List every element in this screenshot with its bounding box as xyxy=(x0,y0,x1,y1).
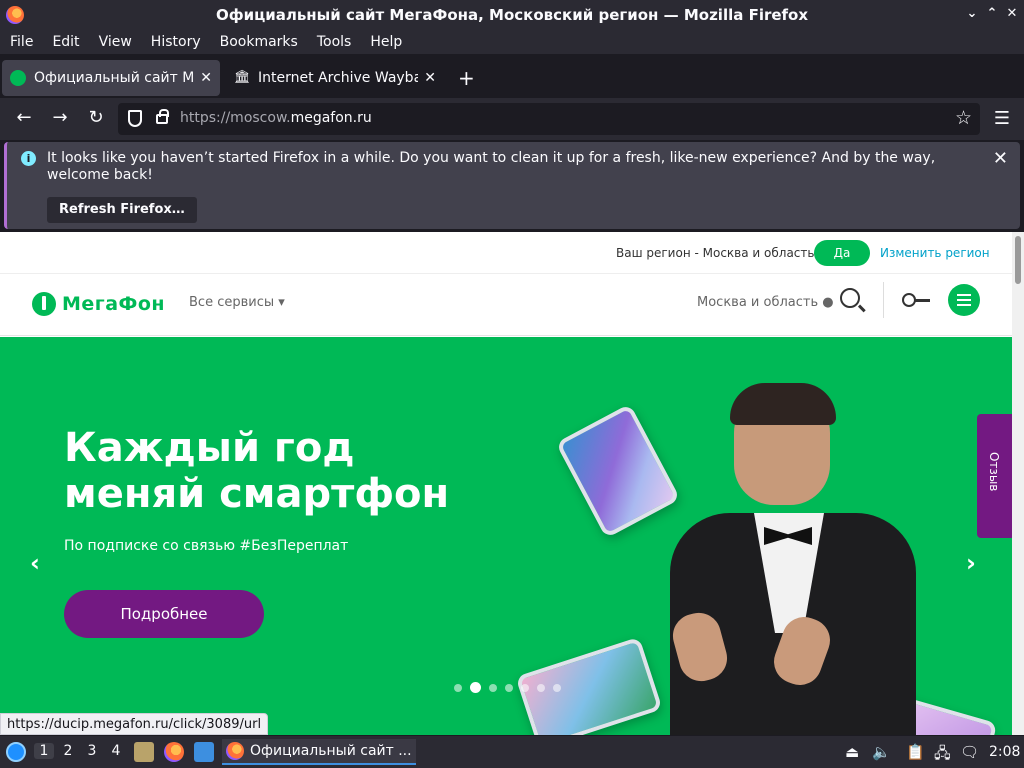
close-notification-icon[interactable]: ✕ xyxy=(993,148,1008,169)
new-tab-icon[interactable]: + xyxy=(458,66,475,90)
clock: 2:08 xyxy=(989,744,1021,760)
task-label: Официальный сайт ... xyxy=(250,743,412,759)
tracking-shield-icon[interactable] xyxy=(128,110,142,127)
firefox-launcher-icon[interactable] xyxy=(164,742,184,762)
url-text[interactable]: https://moscow.megafon.ru xyxy=(180,110,372,126)
maximize-icon[interactable]: ⌃ xyxy=(984,6,1000,21)
clipboard-icon[interactable]: 📋 xyxy=(906,743,925,761)
change-region-link[interactable]: Изменить регион xyxy=(880,246,990,260)
tab-strip: Официальный сайт МегаФона, Московский ре… xyxy=(0,58,1024,98)
desktop-taskbar: 1 2 3 4 Официальный сайт ... ⏏ 🔈 📋 🖧 🗨 2… xyxy=(0,736,1024,768)
close-tab-icon[interactable]: ✕ xyxy=(424,70,436,86)
carousel-dot[interactable] xyxy=(553,683,561,692)
tray-up-icon[interactable]: ⏏ xyxy=(845,743,859,761)
tab-label: Официальный сайт МегаФона, Московский ре… xyxy=(34,70,195,86)
menu-edit[interactable]: Edit xyxy=(46,34,85,50)
reload-icon[interactable]: ↻ xyxy=(84,107,108,128)
navigation-toolbar: ← → ↻ https://moscow.megafon.ru ☆ ☰ xyxy=(0,98,1024,140)
carousel-dot[interactable] xyxy=(537,683,545,692)
workspace-3[interactable]: 3 xyxy=(82,743,102,759)
site-menu-icon[interactable] xyxy=(948,284,980,316)
tab-wayback[interactable]: 🏛 Internet Archive Wayback Machine ✕ xyxy=(226,60,444,96)
carousel-dot[interactable] xyxy=(454,683,462,692)
notification-message: It looks like you haven’t started Firefo… xyxy=(47,150,936,183)
carousel-dot[interactable] xyxy=(521,683,529,692)
search-icon[interactable] xyxy=(840,288,860,308)
menu-history[interactable]: History xyxy=(145,34,207,50)
hero-headline: Каждый год меняй смартфон xyxy=(64,425,450,517)
region-yes-button[interactable]: Да xyxy=(814,240,870,266)
workspace-1[interactable]: 1 xyxy=(34,743,54,759)
window-title: Официальный сайт МегаФона, Московский ре… xyxy=(215,6,809,24)
carousel-dots xyxy=(454,682,569,693)
carousel-next-icon[interactable]: › xyxy=(966,549,976,577)
menu-tools[interactable]: Tools xyxy=(311,34,358,50)
archive-favicon-icon: 🏛 xyxy=(234,70,251,85)
start-menu-icon[interactable] xyxy=(6,742,26,762)
details-button[interactable]: Подробнее xyxy=(64,590,264,638)
hero-banner: Каждый год меняй смартфон По подписке со… xyxy=(0,337,1012,735)
info-icon: i xyxy=(21,151,36,166)
firefox-icon xyxy=(226,742,244,760)
close-window-icon[interactable]: ✕ xyxy=(1004,6,1020,21)
file-manager-icon[interactable] xyxy=(134,742,154,762)
bookmark-star-icon[interactable]: ☆ xyxy=(955,107,972,129)
notification-icon[interactable]: 🗨 xyxy=(960,743,979,761)
minimize-icon[interactable]: ⌄ xyxy=(964,6,980,21)
workspace-4[interactable]: 4 xyxy=(106,743,126,759)
region-bar: Ваш регион - Москва и область? Да Измени… xyxy=(0,232,1012,274)
presenter-image xyxy=(660,383,920,735)
carousel-dot[interactable] xyxy=(470,682,481,693)
city-selector[interactable]: Москва и область ● xyxy=(697,295,834,310)
link-status-url: https://ducip.megafon.ru/click/3089/url xyxy=(0,713,269,735)
hamburger-menu-icon[interactable]: ☰ xyxy=(994,108,1010,129)
carousel-dot[interactable] xyxy=(505,683,513,692)
refresh-firefox-button[interactable]: Refresh Firefox… xyxy=(47,197,197,223)
site-header: МегаФон Все сервисы ▾ Москва и область ● xyxy=(0,274,1012,336)
logo-text: МегаФон xyxy=(62,293,166,315)
carousel-prev-icon[interactable]: ‹ xyxy=(30,549,40,577)
network-icon[interactable]: 🖧 xyxy=(934,743,951,768)
menu-view[interactable]: View xyxy=(93,34,138,50)
carousel-dot[interactable] xyxy=(489,683,497,692)
firefox-logo-icon xyxy=(6,6,24,24)
tab-megafon[interactable]: Официальный сайт МегаФона, Московский ре… xyxy=(2,60,220,96)
desktop-icon[interactable] xyxy=(194,742,214,762)
page-scrollbar[interactable] xyxy=(1012,232,1024,735)
scrollbar-thumb[interactable] xyxy=(1015,236,1021,284)
megafon-logo[interactable]: МегаФон xyxy=(32,292,165,316)
url-bar[interactable]: https://moscow.megafon.ru ☆ xyxy=(118,103,980,135)
all-services-dropdown[interactable]: Все сервисы ▾ xyxy=(189,295,285,310)
close-tab-icon[interactable]: ✕ xyxy=(200,70,212,86)
window-titlebar: Официальный сайт МегаФона, Московский ре… xyxy=(0,0,1024,30)
back-icon[interactable]: ← xyxy=(12,107,36,128)
megafon-favicon-icon xyxy=(10,70,26,86)
tab-label: Internet Archive Wayback Machine xyxy=(258,70,419,86)
login-key-icon[interactable] xyxy=(902,293,930,307)
lock-icon[interactable] xyxy=(156,109,169,124)
workspace-2[interactable]: 2 xyxy=(58,743,78,759)
forward-icon[interactable]: → xyxy=(48,107,72,128)
region-question: Ваш регион - Москва и область? xyxy=(616,246,821,260)
refresh-notification-bar: i It looks like you haven’t started Fire… xyxy=(4,142,1020,229)
menubar: File Edit View History Bookmarks Tools H… xyxy=(0,30,1024,54)
menu-help[interactable]: Help xyxy=(364,34,408,50)
volume-icon[interactable]: 🔈 xyxy=(872,743,891,761)
header-divider xyxy=(883,282,884,318)
megafon-logo-icon xyxy=(32,292,56,316)
feedback-tab[interactable]: Отзыв xyxy=(977,414,1012,538)
menu-bookmarks[interactable]: Bookmarks xyxy=(214,34,304,50)
feedback-label: Отзыв xyxy=(987,452,1001,492)
hero-subtitle: По подписке со связью #БезПереплат xyxy=(64,538,349,554)
menu-file[interactable]: File xyxy=(4,34,39,50)
taskbar-firefox-window[interactable]: Официальный сайт ... xyxy=(222,739,416,765)
page-viewport: Ваш регион - Москва и область? Да Измени… xyxy=(0,232,1012,735)
